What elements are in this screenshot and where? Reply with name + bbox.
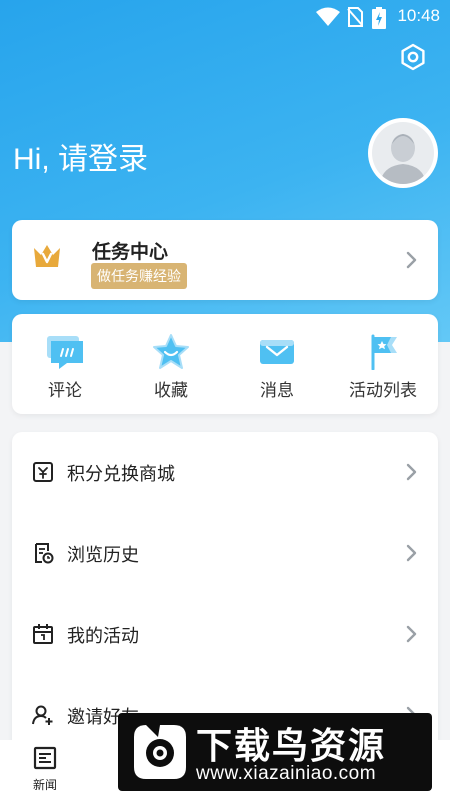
comment-icon xyxy=(47,336,83,369)
status-bar: 10:48 xyxy=(0,0,450,34)
tab-news[interactable]: 新闻 xyxy=(22,746,68,793)
wifi-icon xyxy=(316,7,340,26)
quick-action-favorite[interactable]: 收藏 xyxy=(118,334,224,401)
task-center-title: 任务中心 xyxy=(92,241,169,263)
watermark-title: 下载鸟资源 xyxy=(196,726,387,767)
watermark-banner: 下载鸟资源 www.xiazainiao.com xyxy=(118,713,432,791)
calendar-icon xyxy=(33,624,53,644)
status-time: 10:48 xyxy=(397,6,440,25)
no-sim-icon xyxy=(347,7,363,27)
mail-icon xyxy=(260,340,294,364)
chevron-right-icon xyxy=(406,463,417,481)
quick-action-message[interactable]: 消息 xyxy=(224,334,330,401)
menu-list: 积分兑换商城 浏览历史 我的活动 邀请好友 xyxy=(12,432,438,752)
star-icon xyxy=(153,334,189,369)
battery-charging-icon xyxy=(372,7,386,29)
flag-icon xyxy=(371,334,397,370)
quick-action-events[interactable]: 活动列表 xyxy=(330,334,436,401)
menu-item-points-store[interactable]: 积分兑换商城 xyxy=(12,432,438,512)
settings-icon[interactable] xyxy=(398,42,428,72)
quick-action-label: 收藏 xyxy=(154,381,188,401)
watermark-url: www.xiazainiao.com xyxy=(196,763,377,784)
history-icon xyxy=(35,543,54,564)
quick-action-label: 评论 xyxy=(48,381,82,401)
chevron-right-icon xyxy=(406,544,417,562)
menu-item-label: 浏览历史 xyxy=(67,545,139,566)
quick-action-label: 活动列表 xyxy=(349,381,417,401)
menu-item-my-events[interactable]: 我的活动 xyxy=(12,594,438,674)
quick-actions: 评论 收藏 消息 活动列表 xyxy=(12,314,438,414)
points-store-icon xyxy=(33,462,53,482)
login-prompt[interactable]: Hi, 请登录 xyxy=(13,134,148,178)
quick-action-label: 消息 xyxy=(260,381,294,401)
menu-item-history[interactable]: 浏览历史 xyxy=(12,513,438,593)
task-center-subtitle: 做任务赚经验 xyxy=(91,263,187,289)
task-center-card[interactable]: 任务中心 做任务赚经验 xyxy=(12,220,438,300)
menu-item-label: 我的活动 xyxy=(67,626,139,647)
menu-item-label: 积分兑换商城 xyxy=(67,464,175,485)
default-avatar-icon xyxy=(380,134,426,184)
tab-news-label: 新闻 xyxy=(32,778,57,792)
news-icon xyxy=(33,746,57,770)
quick-action-comment[interactable]: 评论 xyxy=(12,334,118,401)
chevron-right-icon xyxy=(406,625,417,643)
watermark-logo xyxy=(134,725,186,779)
avatar[interactable] xyxy=(368,118,438,188)
crown-icon xyxy=(34,245,60,267)
chevron-right-icon xyxy=(406,251,417,269)
invite-friend-icon xyxy=(32,705,53,725)
